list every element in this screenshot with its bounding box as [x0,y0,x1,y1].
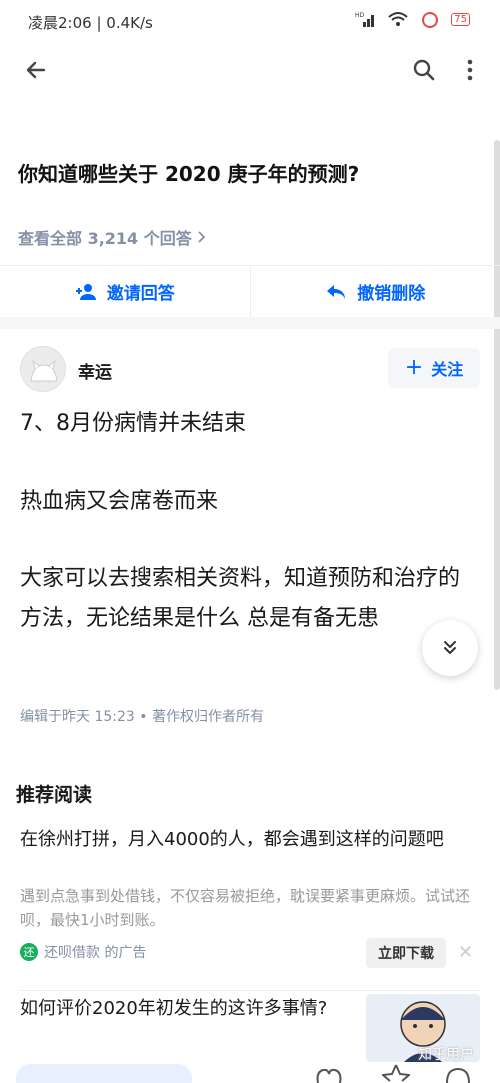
status-icons: HD 75 [355,10,470,28]
ad-source: 还 还呗借款 的广告 [20,942,146,962]
alarm-icon [422,12,439,28]
download-button[interactable]: 立即下载 [366,938,446,968]
invite-answer-button[interactable]: 邀请回答 [0,266,250,317]
heart-icon[interactable] [314,1066,344,1083]
more-vertical-icon [467,59,473,81]
cat-avatar-icon [30,359,58,382]
ad-title[interactable]: 在徐州打拼，月入4000的人，都会遇到这样的问题吧 [20,826,480,854]
view-all-label: 查看全部 3,214 个回答 [18,229,192,248]
undo-icon [327,284,346,299]
comment-icon[interactable] [444,1066,472,1083]
section-divider [0,317,500,329]
svg-text:HD: HD [355,12,365,19]
question-title[interactable]: 你知道哪些关于 2020 庚子年的预测? [18,158,359,187]
answer-paragraph: 大家可以去搜索相关资料，知道预防和治疗的方法，无论结果是什么 总是有备无患 [20,566,461,631]
star-icon[interactable] [382,1064,410,1083]
close-ad-icon[interactable]: ✕ [458,942,473,963]
question-actions: 邀请回答 撤销删除 [0,265,500,317]
author-name[interactable]: 幸运 [78,358,112,383]
add-user-icon [75,283,96,300]
ad-description[interactable]: 遇到点急事到处借钱，不仅容易被拒绝，耽误要紧事更麻烦。试试还呗，最快1小时到账。 [20,884,480,932]
arrow-left-icon [26,61,46,79]
scrollbar[interactable] [494,140,500,690]
signal-icon: HD [355,12,375,27]
search-icon [413,59,435,81]
bottom-toolbar [0,1062,500,1083]
chevron-right-icon [198,231,206,243]
back-button[interactable] [16,50,56,90]
recommended-heading: 推荐阅读 [16,784,93,806]
ad-source-label: 还呗借款 的广告 [44,945,147,961]
view-all-answers-link[interactable]: 查看全部 3,214 个回答 [18,225,206,249]
plus-icon: + [404,355,424,380]
status-time: 凌晨2:06 | 0.4K/s [28,14,153,32]
answer-meta: 编辑于昨天 15:23 • 著作权归作者所有 [20,709,264,725]
invite-answer-label: 邀请回答 [106,284,175,304]
divider [20,990,480,991]
undo-delete-label: 撤销删除 [357,284,426,304]
follow-label: 关注 [431,360,464,379]
search-button[interactable] [404,50,444,90]
status-bar: 凌晨2:06 | 0.4K/s HD 75 [0,0,500,44]
more-button[interactable] [450,50,490,90]
answer-paragraph: 热血病又会席卷而来 [20,489,219,514]
watermark-text: 知乎用户 [418,1047,474,1063]
recommended-question-title[interactable]: 如何评价2020年初发生的这许多事情? [20,996,350,1022]
wifi-icon [388,12,408,26]
top-nav [0,44,500,100]
double-chevron-down-icon [444,641,456,655]
expand-button[interactable] [422,620,478,676]
advertiser-logo-icon: 还 [20,943,38,961]
answer-paragraph: 7、8月份病情并未结束 [20,411,246,436]
avatar[interactable] [20,346,66,392]
undo-delete-button[interactable]: 撤销删除 [249,266,500,317]
follow-button[interactable]: + 关注 [388,348,480,388]
battery-icon: 75 [451,12,470,26]
